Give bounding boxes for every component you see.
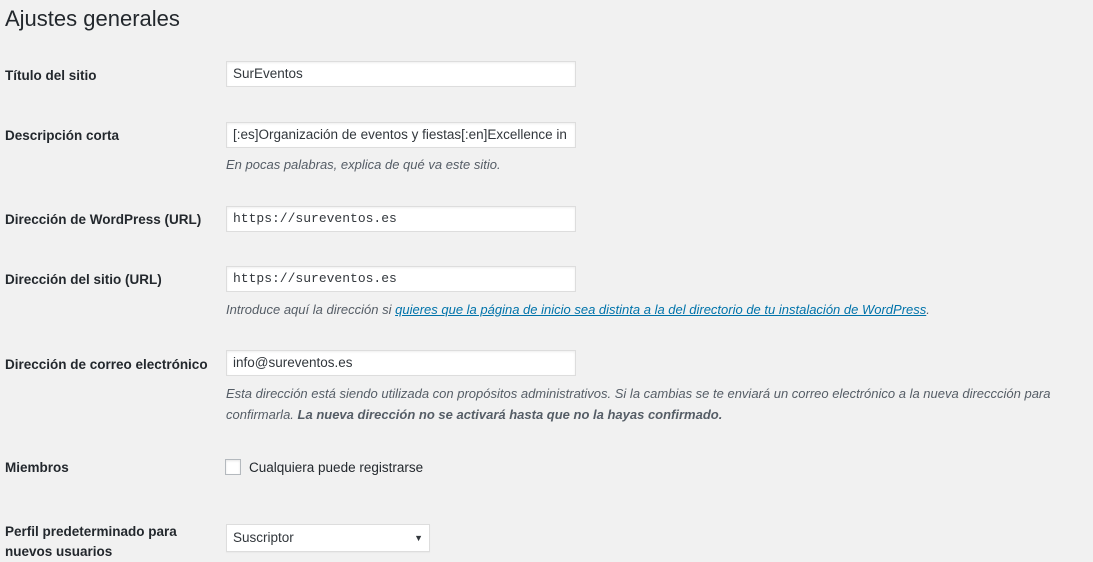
site-url-help-link[interactable]: quieres que la página de inicio sea dist… bbox=[395, 302, 926, 317]
site-url-description: Introduce aquí la dirección si quieres q… bbox=[226, 299, 930, 320]
admin-email-desc-line2: confirmarla. La nueva dirección no se ac… bbox=[226, 404, 1086, 425]
tagline-description: En pocas palabras, explica de qué va est… bbox=[226, 157, 501, 172]
tagline-input[interactable]: [:es]Organización de eventos y fiestas[:… bbox=[226, 122, 576, 148]
membership-checkbox[interactable] bbox=[225, 459, 241, 475]
admin-email-input[interactable]: info@sureventos.es bbox=[226, 350, 576, 376]
page-title: Ajustes generales bbox=[5, 6, 180, 31]
admin-email-desc-bold: La nueva dirección no se activará hasta … bbox=[297, 407, 723, 422]
site-url-label: Dirección del sitio (URL) bbox=[5, 272, 162, 287]
wp-url-input[interactable]: https://sureventos.es bbox=[226, 206, 576, 232]
tagline-label: Descripción corta bbox=[5, 128, 120, 143]
admin-email-desc-line1: Esta dirección está siendo utilizada con… bbox=[226, 386, 1051, 401]
default-role-select[interactable]: Suscriptor ▼ bbox=[226, 524, 430, 552]
default-role-label-line1: Perfil predeterminado para bbox=[5, 524, 177, 539]
site-url-input[interactable]: https://sureventos.es bbox=[226, 266, 576, 292]
default-role-selected: Suscriptor bbox=[233, 530, 294, 545]
site-title-input[interactable]: SurEventos bbox=[226, 61, 576, 87]
admin-email-label: Dirección de correo electrónico bbox=[5, 357, 208, 372]
admin-email-description: Esta dirección está siendo utilizada con… bbox=[226, 383, 1086, 425]
site-url-desc-prefix: Introduce aquí la dirección si bbox=[226, 302, 396, 317]
chevron-down-icon: ▼ bbox=[414, 533, 423, 543]
default-role-label-line2: nuevos usuarios bbox=[5, 544, 113, 559]
membership-label: Miembros bbox=[5, 460, 69, 475]
membership-checkbox-label[interactable]: Cualquiera puede registrarse bbox=[249, 460, 423, 475]
site-title-label: Título del sitio bbox=[5, 68, 97, 83]
wp-url-label: Dirección de WordPress (URL) bbox=[5, 212, 202, 227]
default-role-label: Perfil predeterminado para nuevos usuari… bbox=[5, 522, 177, 562]
admin-email-desc-line2-prefix: confirmarla. bbox=[226, 407, 298, 422]
site-url-desc-suffix: . bbox=[926, 302, 930, 317]
